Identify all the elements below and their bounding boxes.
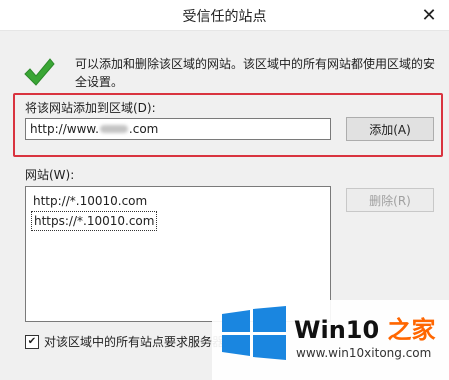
watermark-url: www.win10xitong.com bbox=[296, 346, 432, 360]
list-item-selected[interactable]: https://*.10010.com bbox=[31, 211, 158, 231]
url-suffix: .com bbox=[128, 122, 159, 136]
delete-button[interactable]: 删除(R) bbox=[346, 188, 434, 212]
watermark-title-main: Win10 bbox=[294, 316, 388, 344]
checkbox-check-icon: ✔ bbox=[27, 335, 37, 347]
require-https-row[interactable]: ✔ 对该区域中的所有站点要求服务器 bbox=[25, 333, 224, 350]
url-redaction bbox=[99, 125, 128, 133]
close-button[interactable]: ✕ bbox=[409, 0, 449, 30]
sites-label: 网站(W): bbox=[25, 168, 75, 182]
add-site-label: 将该网站添加到区域(D): bbox=[25, 101, 156, 115]
checkmark-icon bbox=[24, 58, 55, 86]
add-button[interactable]: 添加(A) bbox=[346, 117, 434, 141]
title-bar: 受信任的站点 ✕ bbox=[0, 0, 449, 31]
zone-description: 可以添加和删除该区域的网站。该区域中的所有网站都使用区域的安全设置。 bbox=[75, 57, 436, 89]
require-https-checkbox[interactable]: ✔ bbox=[25, 334, 39, 349]
require-https-label: 对该区域中的所有站点要求服务器 bbox=[44, 335, 225, 349]
window-title: 受信任的站点 bbox=[182, 9, 267, 25]
windows-logo-icon bbox=[222, 306, 286, 360]
url-prefix: http://www. bbox=[30, 122, 99, 136]
close-icon: ✕ bbox=[421, 4, 437, 26]
watermark-title: Win10 之家 bbox=[294, 310, 436, 345]
watermark: Win10 之家 www.win10xitong.com bbox=[212, 300, 449, 380]
watermark-title-accent: 之家 bbox=[387, 316, 436, 344]
list-item[interactable]: http://*.10010.com bbox=[31, 192, 149, 210]
site-url-input[interactable]: http://www. .com bbox=[25, 118, 331, 140]
